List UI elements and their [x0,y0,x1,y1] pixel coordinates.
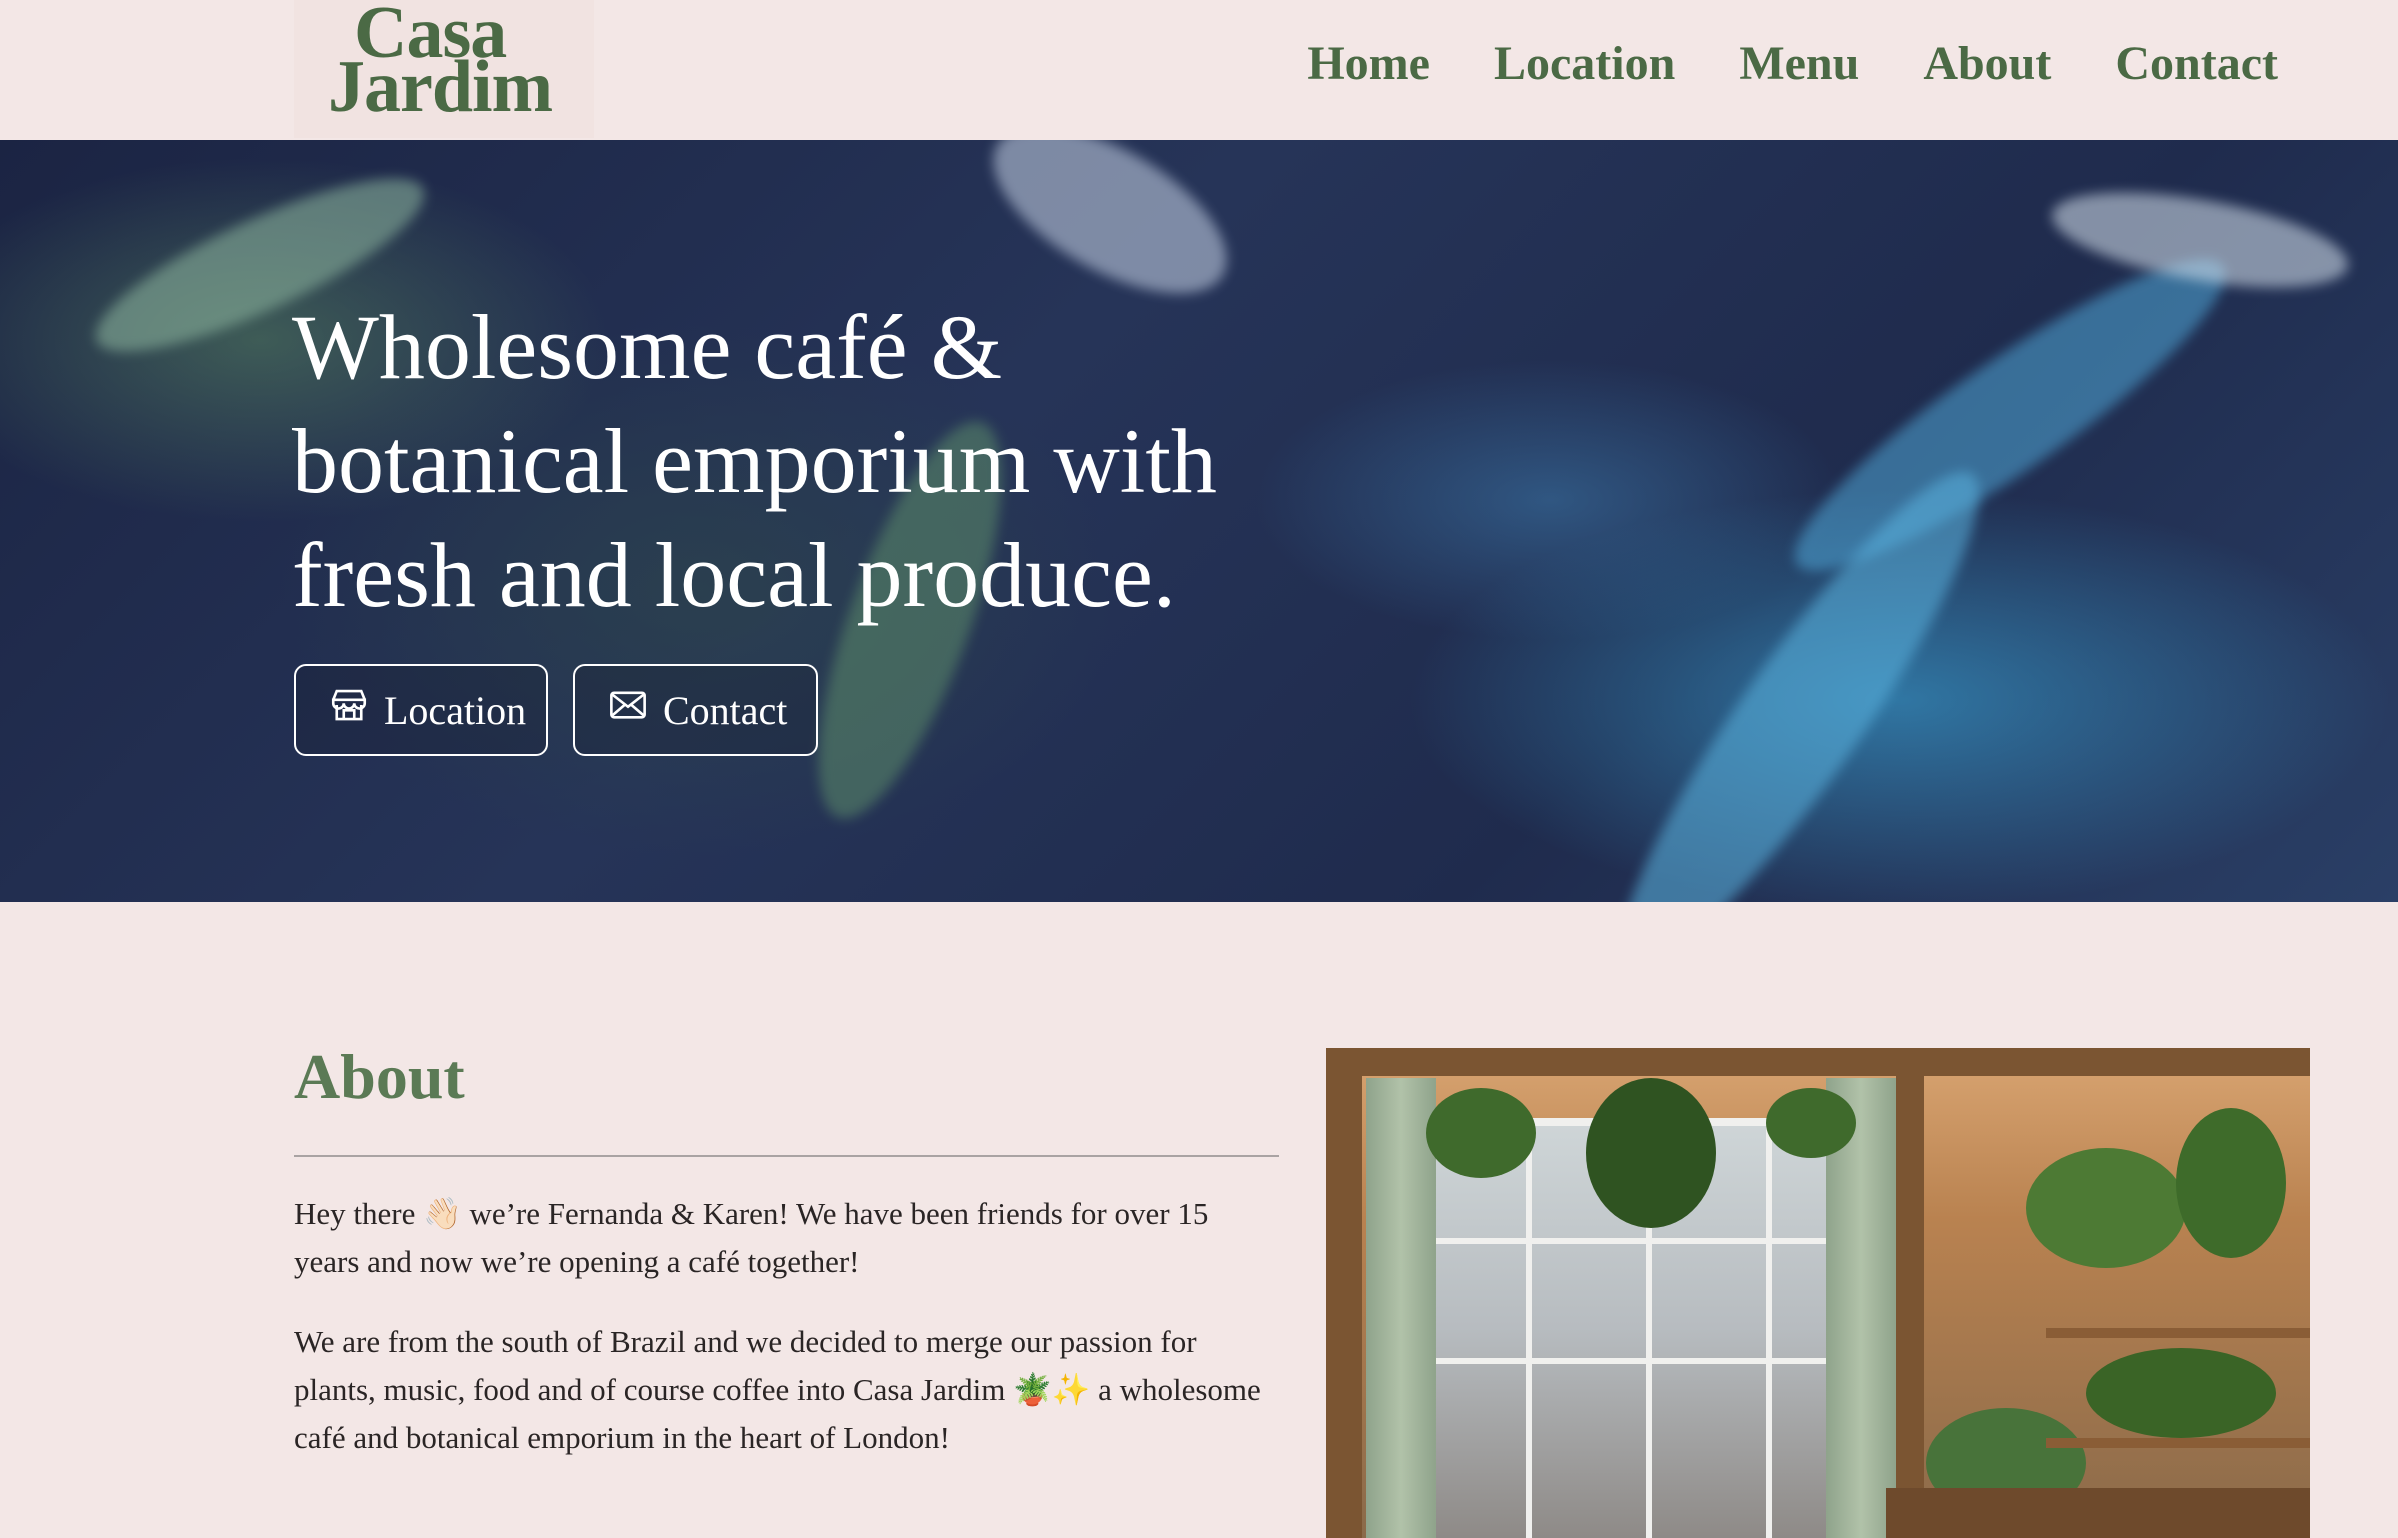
photo-plant [1586,1078,1716,1228]
photo-plant [1766,1088,1856,1158]
hero-headline: Wholesome café & botanical emporium with… [292,296,1217,626]
hero-leaf-decoration [1578,439,2022,902]
hero-banner: Wholesome café & botanical emporium with… [0,140,2398,902]
photo-plant [2026,1148,2186,1268]
photo-plant [2086,1348,2276,1438]
cafe-interior-photo [1326,1048,2310,1538]
site-header: Casa Jardim Home Location Menu About Con… [0,0,2398,140]
photo-counter [1886,1488,2310,1538]
nav-menu[interactable]: Menu [1739,36,1859,91]
photo-plant [1426,1088,1536,1178]
location-button[interactable]: Location [294,664,548,756]
main-nav: Home Location Menu About Contact [1307,28,2278,98]
hero-leaf-decoration [1765,220,2255,610]
logo[interactable]: Casa Jardim [294,0,594,138]
nav-contact[interactable]: Contact [2115,36,2278,91]
photo-curtain-left [1366,1078,1436,1538]
photo-plant [2176,1108,2286,1258]
about-divider [294,1155,1279,1157]
photo-left-post [1326,1048,1362,1538]
logo-line-2: Jardim [328,46,553,128]
envelope-icon [607,684,649,736]
nav-location[interactable]: Location [1494,36,1675,91]
contact-button-label: Contact [663,687,788,733]
photo-center-post [1896,1068,1924,1538]
photo-shelf [2046,1438,2310,1448]
about-heading: About [294,1041,465,1112]
photo-shelf [2046,1328,2310,1338]
about-paragraph-1: Hey there 👋🏻 we’re Fernanda & Karen! We … [294,1196,1209,1279]
contact-button[interactable]: Contact [573,664,818,756]
nav-about[interactable]: About [1923,36,2051,91]
storefront-icon [328,684,370,736]
location-button-label: Location [384,687,527,733]
about-paragraph-2: We are from the south of Brazil and we d… [294,1324,1261,1455]
photo-ceiling-beam [1326,1048,2310,1076]
nav-home[interactable]: Home [1307,36,1430,91]
